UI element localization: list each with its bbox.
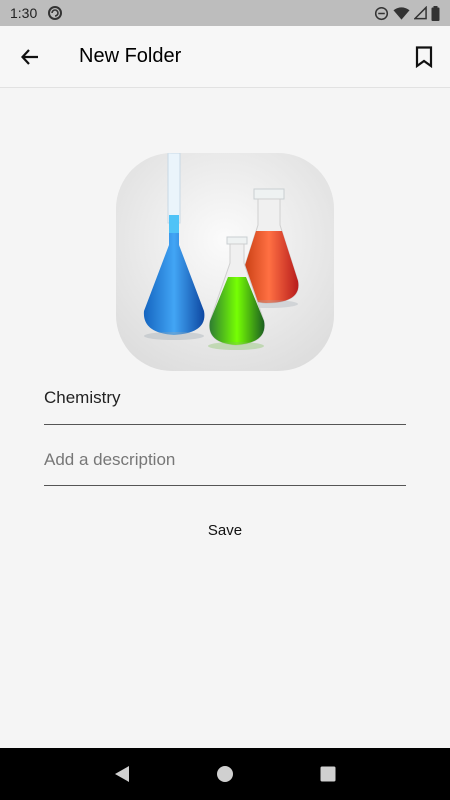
back-triangle-icon [114, 766, 129, 782]
folder-name-input[interactable] [44, 388, 406, 408]
folder-cover-image[interactable] [116, 153, 334, 371]
back-button[interactable] [0, 26, 60, 88]
status-time: 1:30 [10, 5, 38, 21]
page-title: New Folder [79, 45, 182, 67]
description-field[interactable] [44, 448, 406, 486]
arrow-back-icon [20, 48, 38, 65]
do-not-disturb-icon [374, 6, 389, 20]
folder-name-field[interactable] [44, 386, 406, 425]
lab-flasks-illustration [116, 153, 334, 371]
status-right [374, 5, 440, 21]
status-bar: 1:30 [0, 0, 450, 26]
battery-icon [431, 5, 440, 21]
recents-square-icon [320, 766, 336, 782]
wifi-icon [393, 6, 410, 20]
system-nav-bar [0, 748, 450, 800]
status-left: 1:30 [10, 5, 63, 21]
nav-back-button[interactable] [102, 754, 142, 794]
description-input[interactable] [44, 450, 406, 470]
sync-icon [48, 6, 63, 20]
save-button[interactable]: Save [175, 513, 275, 547]
nav-home-button[interactable] [205, 754, 245, 794]
bookmark-button[interactable] [398, 26, 450, 88]
app-bar: New Folder [0, 26, 450, 88]
nav-recents-button[interactable] [308, 754, 348, 794]
cell-signal-icon [414, 6, 427, 20]
bookmark-icon [415, 45, 433, 68]
home-circle-icon [216, 766, 233, 782]
